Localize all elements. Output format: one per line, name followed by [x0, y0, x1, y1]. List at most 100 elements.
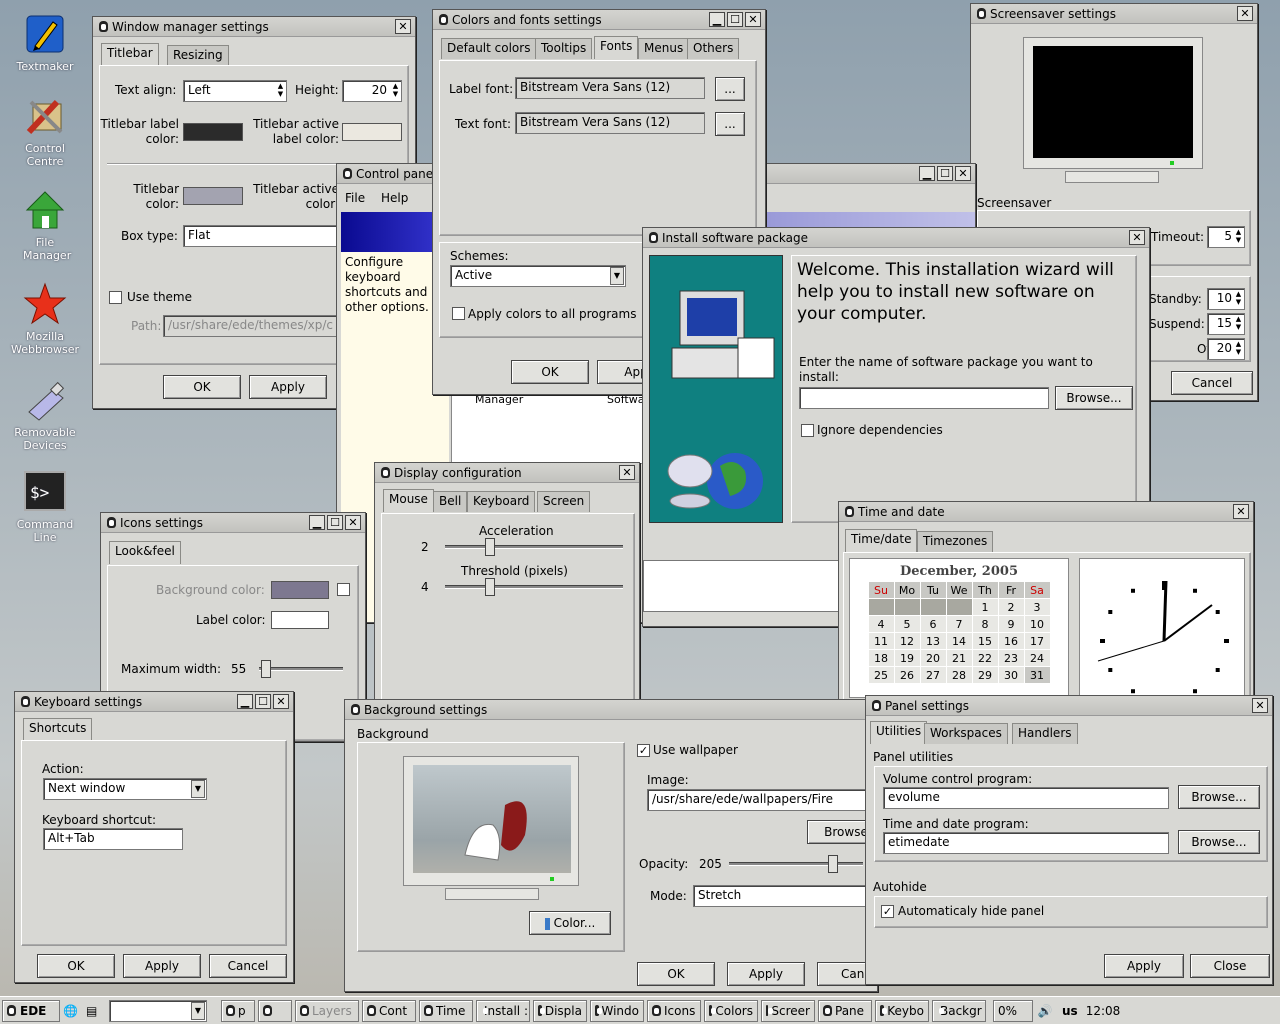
- speaker-icon[interactable]: 🔊: [1036, 1004, 1054, 1018]
- calendar-day[interactable]: 23: [997, 649, 1025, 667]
- ignore-dependencies-checkbox[interactable]: [801, 424, 814, 437]
- calendar-day[interactable]: 5: [893, 615, 921, 633]
- background-color-swatch[interactable]: [271, 581, 329, 599]
- tab-shortcuts[interactable]: Shortcuts: [23, 718, 93, 741]
- file-launcher-icon[interactable]: ▤: [86, 999, 106, 1022]
- tab-default-colors[interactable]: Default colors: [441, 38, 537, 59]
- desktop-icon-file-manager[interactable]: File Manager: [8, 188, 82, 262]
- close-icon[interactable]: ✕: [619, 465, 635, 480]
- close-icon[interactable]: ✕: [955, 166, 971, 181]
- minimize-icon[interactable]: ▁: [237, 694, 253, 709]
- taskbar-task[interactable]: Install :: [476, 999, 530, 1022]
- taskbar-task[interactable]: Displa: [533, 999, 587, 1022]
- calendar-day[interactable]: 14: [945, 632, 973, 650]
- tab-titlebar[interactable]: Titlebar: [101, 43, 159, 66]
- opacity-slider[interactable]: [828, 855, 839, 873]
- calendar-day[interactable]: 11: [867, 632, 895, 650]
- desktop-icon-removable-devices[interactable]: Removable Devices: [8, 378, 82, 452]
- calendar-day[interactable]: 20: [919, 649, 947, 667]
- calendar-day[interactable]: 17: [1023, 632, 1051, 650]
- calendar-day[interactable]: 13: [919, 632, 947, 650]
- ok-button[interactable]: OK: [37, 954, 115, 978]
- calendar-day[interactable]: 7: [945, 615, 973, 633]
- cancel-button[interactable]: Cancel: [209, 954, 287, 978]
- apply-button[interactable]: Apply: [1104, 954, 1184, 978]
- calendar-day[interactable]: 29: [971, 666, 999, 684]
- tab-tooltips[interactable]: Tooltips: [535, 38, 593, 59]
- calendar-day[interactable]: 15: [971, 632, 999, 650]
- maximize-icon[interactable]: ☐: [937, 166, 953, 181]
- apply-all-checkbox[interactable]: [452, 307, 465, 320]
- text-align-select[interactable]: Left ▲ ▼: [183, 80, 287, 102]
- start-button[interactable]: EDE: [2, 999, 60, 1022]
- volume-browse-button[interactable]: Browse...: [1178, 785, 1260, 809]
- calendar-day[interactable]: 30: [997, 666, 1025, 684]
- suspend-field[interactable]: 15 ▲ ▼: [1207, 313, 1245, 335]
- calendar-day[interactable]: 9: [997, 615, 1025, 633]
- standby-field[interactable]: 10 ▲ ▼: [1207, 288, 1245, 310]
- image-path-field[interactable]: /usr/share/ede/wallpapers/Fire: [647, 789, 877, 811]
- calendar-day[interactable]: 6: [919, 615, 947, 633]
- calendar-day[interactable]: 1: [971, 598, 999, 616]
- close-button[interactable]: Close: [1190, 954, 1270, 978]
- clock[interactable]: 12:08: [1086, 1004, 1121, 1018]
- calendar-day[interactable]: 22: [971, 649, 999, 667]
- taskbar-task[interactable]: Cont: [362, 999, 416, 1022]
- off-field[interactable]: 20 ▲ ▼: [1207, 338, 1245, 360]
- color-button[interactable]: Color...: [529, 911, 611, 935]
- tab-mouse[interactable]: Mouse: [383, 489, 434, 512]
- titlebar[interactable]: Screensaver settings ✕: [971, 4, 1257, 24]
- calendar-day[interactable]: 3: [1023, 598, 1051, 616]
- taskbar-task[interactable]: Backgr: [932, 999, 986, 1022]
- taskbar-task[interactable]: Keybo: [875, 999, 929, 1022]
- calendar-day[interactable]: 8: [971, 615, 999, 633]
- volume-program-field[interactable]: evolume: [883, 787, 1169, 809]
- taskbar-task[interactable]: Time: [419, 999, 473, 1022]
- browse-button[interactable]: Browse...: [1055, 386, 1133, 410]
- desktop-icon-mozilla[interactable]: Mozilla Webbrowser: [8, 282, 82, 356]
- cancel-button[interactable]: Cancel: [1171, 371, 1253, 395]
- menu-help[interactable]: Help: [381, 191, 408, 205]
- apply-button[interactable]: Apply: [123, 954, 201, 978]
- calendar-day[interactable]: 18: [867, 649, 895, 667]
- label-font-browse-button[interactable]: ...: [715, 77, 745, 101]
- tab-menus[interactable]: Menus: [638, 38, 690, 59]
- time-browse-button[interactable]: Browse...: [1178, 830, 1260, 854]
- tab-resizing[interactable]: Resizing: [167, 45, 229, 66]
- maximize-icon[interactable]: ☐: [255, 694, 271, 709]
- workspace-select[interactable]: ▼: [109, 999, 207, 1022]
- tab-look-feel[interactable]: Look&feel: [109, 541, 181, 564]
- tab-screen[interactable]: Screen: [537, 491, 591, 512]
- calendar-day[interactable]: 27: [919, 666, 947, 684]
- titlebar[interactable]: Keyboard settings ▁ ☐ ✕: [15, 692, 293, 712]
- background-checkbox[interactable]: [337, 583, 350, 596]
- tab-bell[interactable]: Bell: [433, 491, 468, 512]
- tab-time-date[interactable]: Time/date: [845, 529, 918, 552]
- tab-utilities[interactable]: Utilities: [870, 721, 928, 744]
- label-font-field[interactable]: Bitstream Vera Sans (12): [515, 77, 705, 99]
- close-icon[interactable]: ✕: [1252, 698, 1268, 713]
- maximize-icon[interactable]: ☐: [327, 515, 343, 530]
- taskbar-task[interactable]: Pane: [818, 999, 872, 1022]
- label-color-swatch[interactable]: [271, 611, 329, 629]
- calendar-day[interactable]: 19: [893, 649, 921, 667]
- mode-select[interactable]: Stretch: [693, 885, 877, 907]
- use-wallpaper-checkbox[interactable]: ✓: [637, 744, 650, 757]
- text-font-field[interactable]: Bitstream Vera Sans (12): [515, 112, 705, 134]
- calendar-day[interactable]: 10: [1023, 615, 1051, 633]
- close-icon[interactable]: ✕: [1233, 504, 1249, 519]
- calendar-day[interactable]: 28: [945, 666, 973, 684]
- titlebar[interactable]: Panel settings ✕: [866, 696, 1272, 716]
- close-icon[interactable]: ✕: [273, 694, 289, 709]
- tab-timezones[interactable]: Timezones: [917, 531, 994, 552]
- ok-button[interactable]: OK: [511, 360, 589, 384]
- package-input[interactable]: [799, 387, 1049, 409]
- autohide-checkbox[interactable]: ✓: [881, 905, 894, 918]
- taskbar-task[interactable]: Colors: [704, 999, 758, 1022]
- box-type-select[interactable]: Flat: [183, 225, 343, 247]
- tab-keyboard[interactable]: Keyboard: [467, 491, 536, 512]
- ok-button[interactable]: OK: [163, 375, 241, 399]
- titlebar[interactable]: Display configuration ✕: [375, 463, 639, 483]
- close-icon[interactable]: ✕: [395, 19, 411, 34]
- threshold-slider[interactable]: [485, 578, 496, 596]
